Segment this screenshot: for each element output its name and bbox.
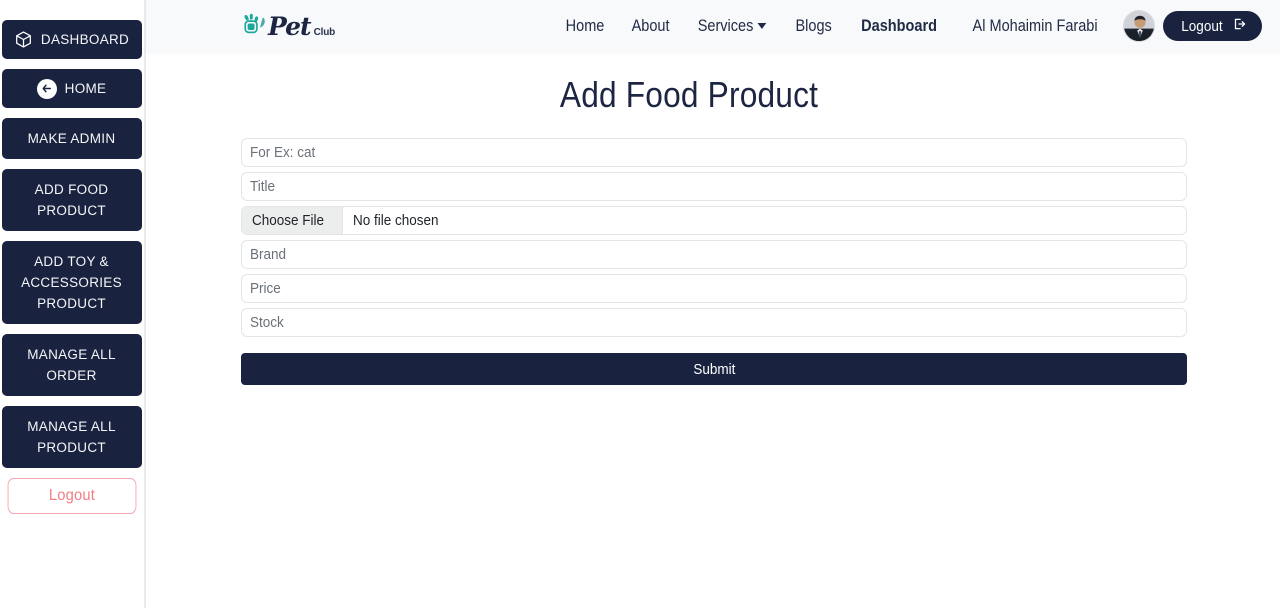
file-status-text: No file chosen (343, 207, 458, 234)
sidebar-item-label: DASHBOARD (40, 32, 130, 47)
sidebar-item-label: MAKE ADMIN (27, 131, 116, 146)
brand-name-pet: Pet (268, 11, 312, 41)
brand-logo[interactable]: Pet Club (240, 11, 335, 41)
brand-input-placeholder: Brand (250, 246, 287, 263)
nav-item-dashboard[interactable]: Dashboard (851, 17, 946, 36)
sidebar-item-label: ADD TOY & ACCESSORIES PRODUCT (21, 254, 122, 311)
sidebar: DASHBOARD HOME MAKE ADMIN ADD FOOD PRODU… (0, 0, 146, 608)
nav-item-blogs[interactable]: Blogs (785, 17, 841, 36)
add-food-product-form: For Ex: cat Title Choose File No file ch… (241, 138, 1187, 385)
sidebar-item-label: MANAGE ALL PRODUCT (27, 419, 116, 455)
top-navbar: Pet Club Home About Services Blogs Dashb… (146, 0, 1280, 52)
cube-icon (14, 30, 33, 49)
nav-item-label: Services (697, 16, 754, 35)
sidebar-item-label: HOME (64, 81, 107, 96)
navbar-logout-button[interactable]: Logout (1163, 11, 1262, 41)
title-input-placeholder: Title (250, 178, 276, 195)
main-region: Pet Club Home About Services Blogs Dashb… (146, 0, 1280, 608)
submit-button-label: Submit (692, 360, 736, 378)
chevron-down-icon (758, 23, 767, 29)
category-input[interactable]: For Ex: cat (241, 138, 1187, 167)
sidebar-item-label: ADD FOOD PRODUCT (34, 182, 109, 218)
image-file-input[interactable]: Choose File No file chosen (241, 206, 1187, 235)
sign-out-icon (1232, 17, 1246, 35)
file-status-label: No file chosen (353, 212, 439, 229)
nav-links: Home About Services Blogs Dashboard Al M… (552, 10, 1262, 42)
app-root: DASHBOARD HOME MAKE ADMIN ADD FOOD PRODU… (0, 0, 1280, 608)
stock-input-placeholder: Stock (250, 314, 284, 331)
sidebar-item-add-toy-accessories-product[interactable]: ADD TOY & ACCESSORIES PRODUCT (1, 241, 142, 324)
submit-button[interactable]: Submit (241, 353, 1187, 385)
avatar (1123, 10, 1156, 42)
brand-name-club: Club (313, 26, 336, 38)
sidebar-item-manage-all-product[interactable]: MANAGE ALL PRODUCT (1, 406, 142, 468)
paw-leaf-icon (240, 11, 270, 41)
brand-input[interactable]: Brand (241, 240, 1187, 269)
stock-input[interactable]: Stock (241, 308, 1187, 337)
sidebar-item-dashboard[interactable]: DASHBOARD (1, 20, 142, 59)
sidebar-item-home[interactable]: HOME (1, 69, 142, 108)
page-title: Add Food Product (559, 74, 819, 115)
category-input-placeholder: For Ex: cat (250, 144, 316, 161)
nav-item-services[interactable]: Services (689, 17, 775, 36)
content-area: Add Food Product For Ex: cat Title Choos… (146, 74, 1280, 385)
navbar-logout-label: Logout (1181, 17, 1223, 35)
nav-item-about[interactable]: About (622, 17, 679, 36)
sidebar-logout-button[interactable]: Logout (7, 478, 136, 514)
back-arrow-icon (36, 78, 57, 99)
nav-item-home[interactable]: Home (556, 17, 614, 36)
choose-file-label: Choose File (252, 212, 325, 229)
sidebar-item-label: MANAGE ALL ORDER (27, 347, 116, 383)
sidebar-item-manage-all-order[interactable]: MANAGE ALL ORDER (1, 334, 142, 396)
title-input[interactable]: Title (241, 172, 1187, 201)
choose-file-button[interactable]: Choose File (242, 207, 344, 234)
price-input-placeholder: Price (250, 280, 281, 297)
price-input[interactable]: Price (241, 274, 1187, 303)
sidebar-item-add-food-product[interactable]: ADD FOOD PRODUCT (1, 169, 142, 231)
nav-user-name[interactable]: Al Mohaimin Farabi (963, 17, 1107, 36)
sidebar-item-make-admin[interactable]: MAKE ADMIN (1, 118, 142, 159)
